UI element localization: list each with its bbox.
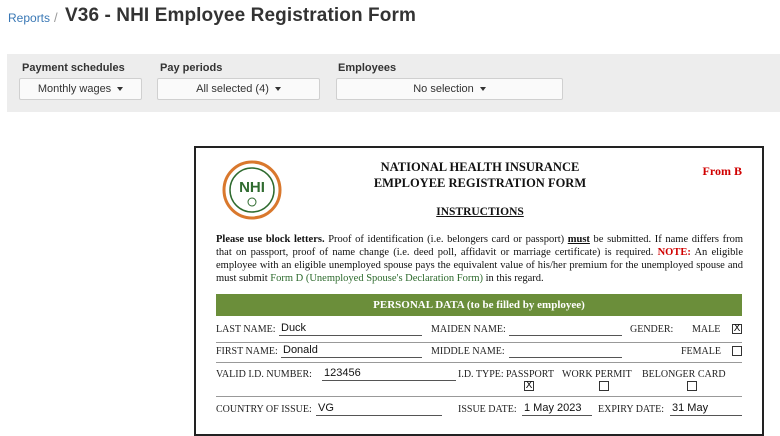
form-title-line1: NATIONAL HEALTH INSURANCE <box>380 160 580 174</box>
chevron-down-icon <box>479 87 486 92</box>
country-of-issue-value: VG <box>316 402 442 416</box>
nhi-logo: NHI <box>222 160 282 220</box>
male-label: MALE <box>692 324 721 335</box>
passport-checkbox: X <box>524 380 534 391</box>
belonger-card-label: BELONGER CARD <box>642 369 726 380</box>
instr-note: NOTE: <box>657 247 691 258</box>
employees-dropdown[interactable]: No selection <box>336 78 563 100</box>
instr-text4: in this regard. <box>483 273 544 284</box>
divider <box>216 396 742 397</box>
female-checkbox <box>732 346 742 356</box>
country-of-issue-label: COUNTRY OF ISSUE: <box>216 404 312 415</box>
middle-name-value <box>509 344 622 358</box>
instructions-heading: INSTRUCTIONS <box>436 206 524 218</box>
form-title-line2: EMPLOYEE REGISTRATION FORM <box>373 176 587 190</box>
breadcrumb-separator: / <box>54 10 58 25</box>
expiry-date-value: 31 May <box>670 402 742 416</box>
payment-schedules-dropdown[interactable]: Monthly wages <box>19 78 142 100</box>
form-code: From B <box>702 164 742 178</box>
pay-periods-value: All selected (4) <box>196 83 269 95</box>
personal-data-section-header: PERSONAL DATA (to be filled by employee) <box>216 294 742 316</box>
payment-schedules-value: Monthly wages <box>37 83 112 95</box>
middle-name-label: MIDDLE NAME: <box>431 346 505 357</box>
expiry-date-label: EXPIRY DATE: <box>598 404 665 415</box>
employees-value: No selection <box>413 83 474 95</box>
payment-schedules-label: Payment schedules <box>22 62 125 74</box>
issue-date-label: ISSUE DATE: <box>458 404 517 415</box>
first-name-label: FIRST NAME: <box>216 346 278 357</box>
page-title: V36 - NHI Employee Registration Form <box>65 5 416 26</box>
female-label: FEMALE <box>681 346 721 357</box>
form-preview: NHI NATIONAL HEALTH INSURANCE EMPLOYEE R… <box>194 146 764 436</box>
maiden-name-label: MAIDEN NAME: <box>431 324 506 335</box>
instructions-paragraph: Please use block letters. Proof of ident… <box>216 233 743 285</box>
valid-id-value: 123456 <box>322 367 456 381</box>
gender-label: GENDER: <box>630 324 674 335</box>
page-header: Reports / V36 - NHI Employee Registratio… <box>0 0 780 40</box>
breadcrumb-reports[interactable]: Reports <box>8 11 50 25</box>
last-name-value: Duck <box>279 322 422 336</box>
instr-form-d: Form D (Unemployed Spouse's Declaration … <box>270 273 483 284</box>
maiden-name-value <box>509 322 622 336</box>
male-checkbox: X <box>732 323 742 334</box>
valid-id-label: VALID I.D. NUMBER: <box>216 369 312 380</box>
pay-periods-dropdown[interactable]: All selected (4) <box>157 78 320 100</box>
issue-date-value: 1 May 2023 <box>522 402 592 416</box>
last-name-label: LAST NAME: <box>216 324 276 335</box>
pay-periods-label: Pay periods <box>160 62 223 74</box>
instr-lead: Please use block letters. <box>216 234 325 245</box>
filter-bar: Payment schedules Monthly wages Pay peri… <box>7 54 780 112</box>
instr-text1: Proof of identification (i.e. belongers … <box>324 234 568 245</box>
chevron-down-icon <box>274 87 281 92</box>
nhi-logo-text: NHI <box>239 179 265 196</box>
first-name-value: Donald <box>281 344 422 358</box>
employees-label: Employees <box>338 62 397 74</box>
work-permit-checkbox <box>599 381 609 391</box>
divider <box>216 342 742 343</box>
chevron-down-icon <box>117 87 124 92</box>
passport-label: PASSPORT <box>506 369 554 380</box>
divider <box>216 362 742 363</box>
work-permit-label: WORK PERMIT <box>562 369 632 380</box>
instr-must: must <box>567 234 590 245</box>
belonger-card-checkbox <box>687 381 697 391</box>
id-type-label: I.D. TYPE: <box>458 369 504 380</box>
